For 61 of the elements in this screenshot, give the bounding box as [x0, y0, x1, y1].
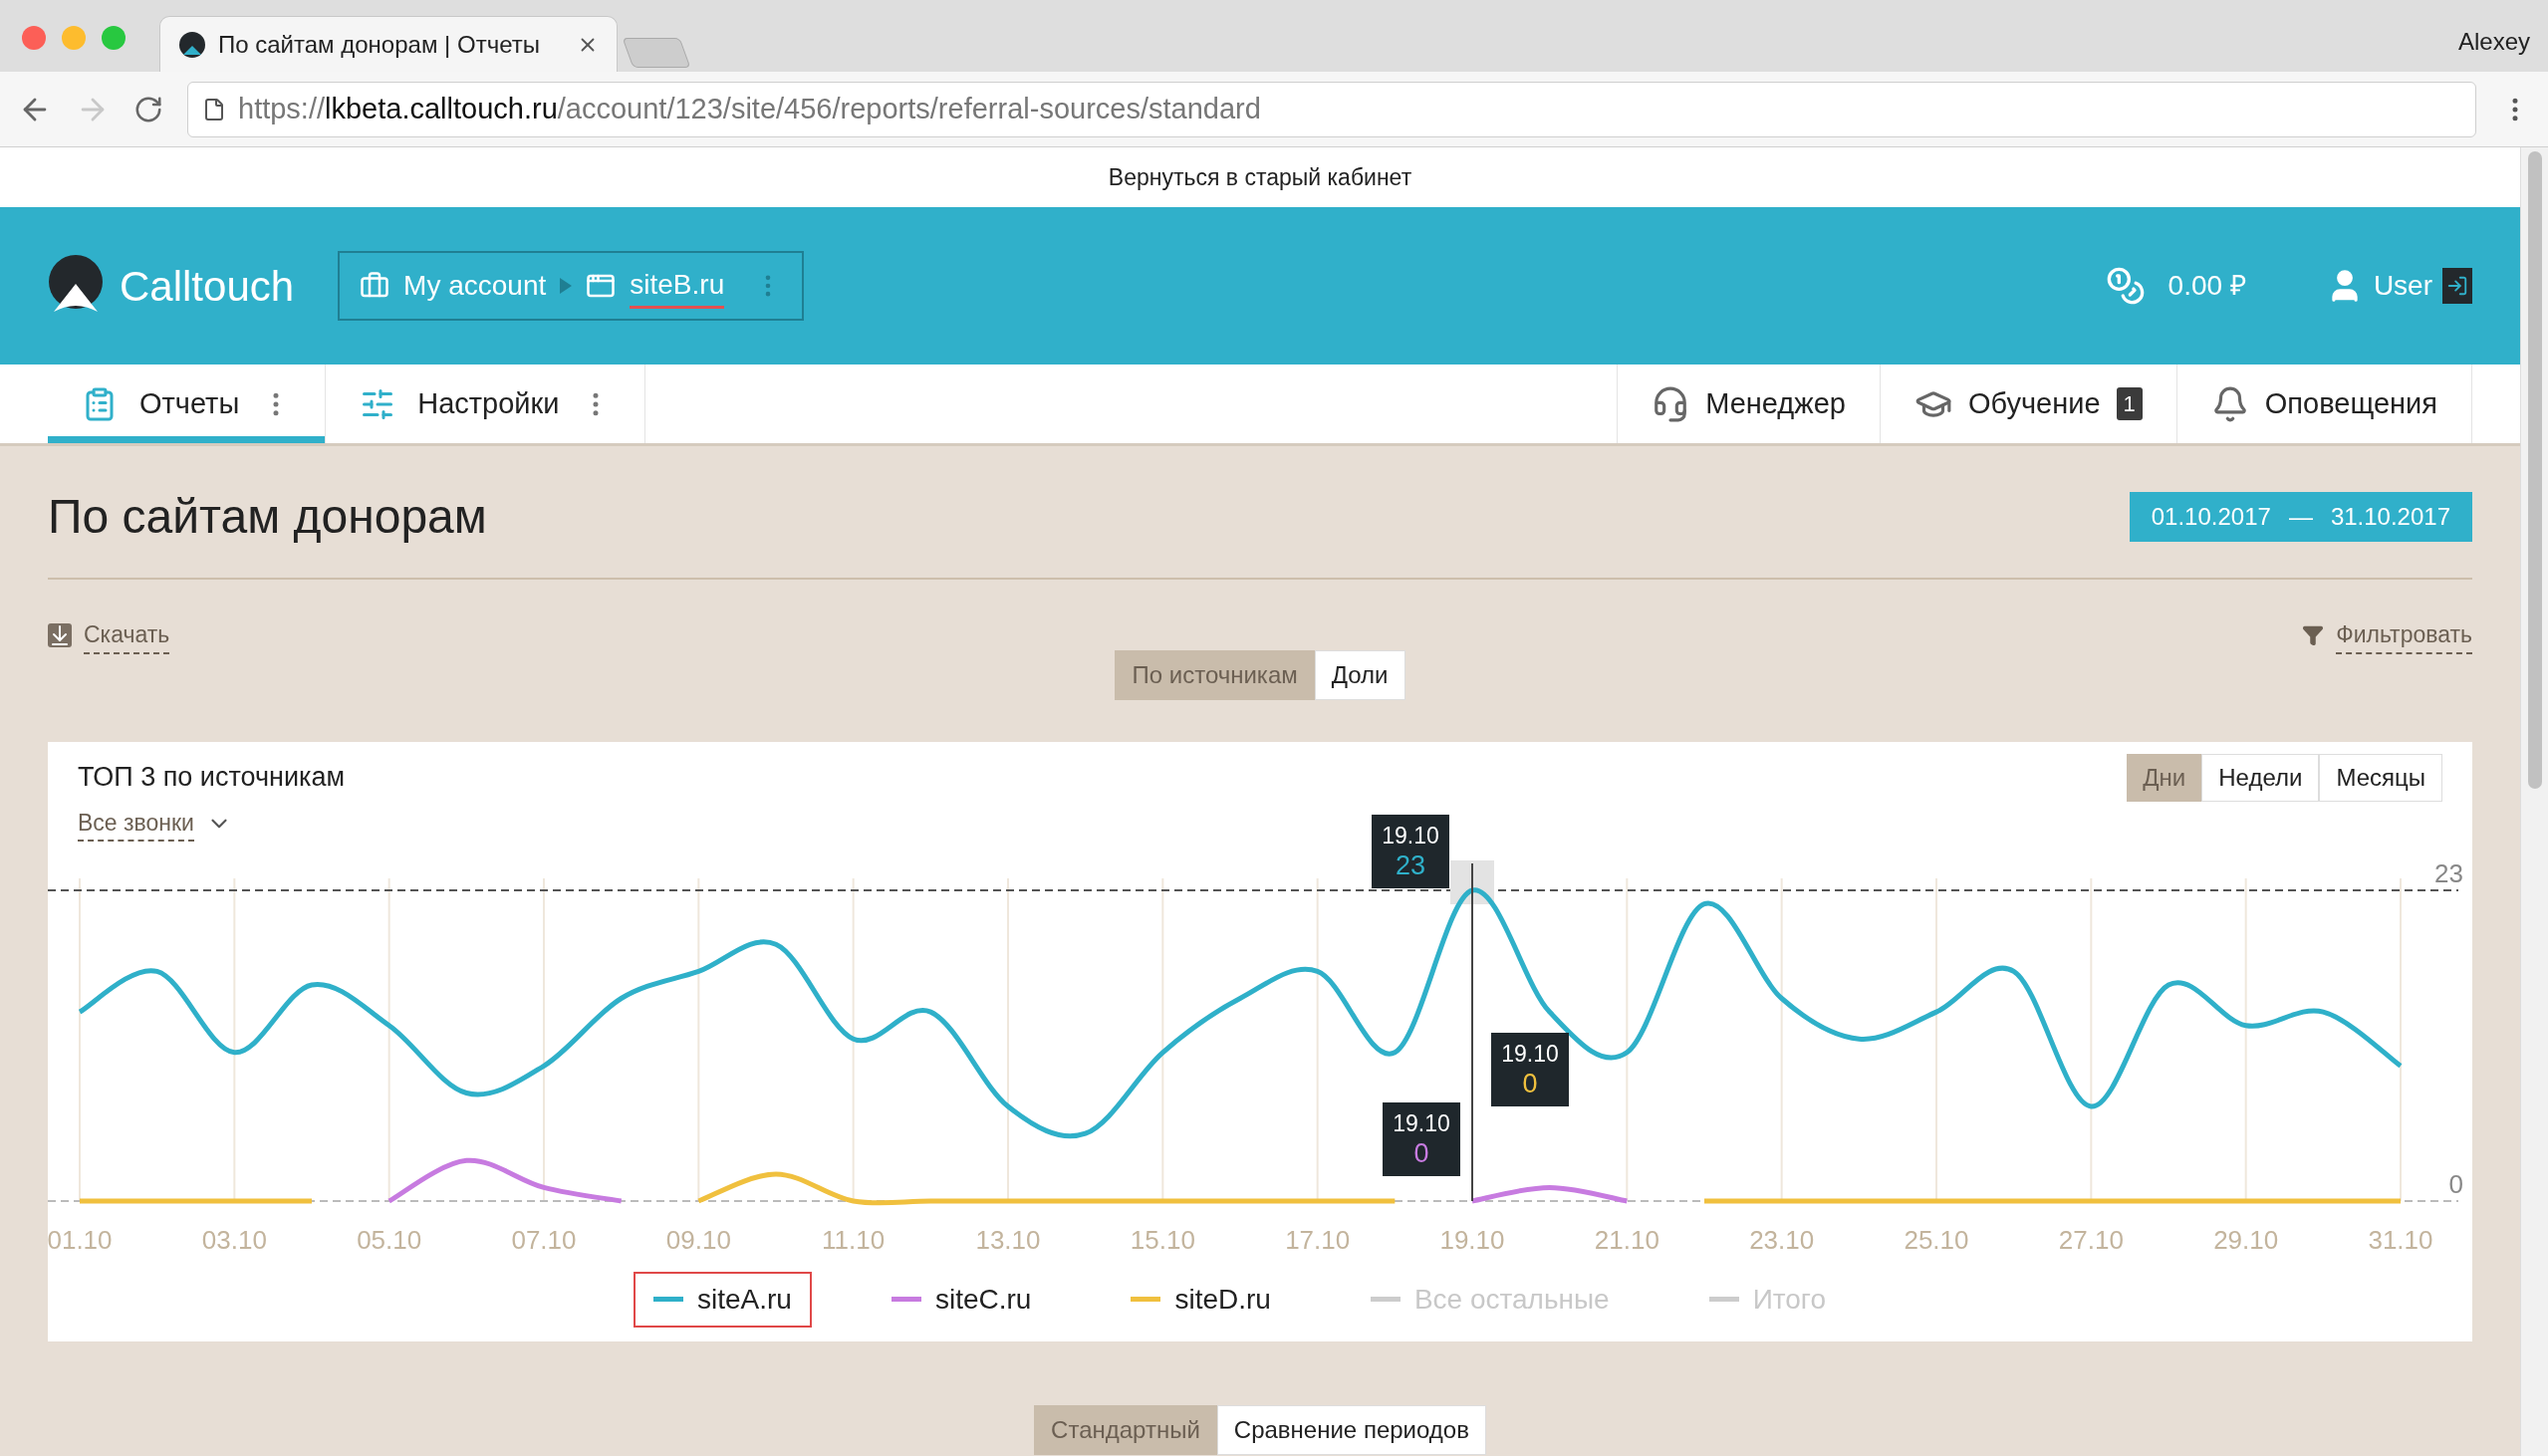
nav-tab[interactable]: Настройки — [326, 364, 646, 443]
brand-name: Calltouch — [120, 261, 295, 312]
toggle-tab[interactable]: Доли — [1314, 649, 1405, 700]
toggle-tab[interactable]: Сравнение периодов — [1216, 1404, 1486, 1455]
x-axis-label: 23.10 — [1749, 1224, 1815, 1255]
chart-title: ТОП 3 по источникам — [78, 761, 345, 795]
tab-title: По сайтам донорам | Отчеты — [218, 29, 541, 60]
x-axis-label: 13.10 — [975, 1224, 1041, 1255]
count-badge: 1 — [2116, 387, 2143, 420]
download-icon — [48, 623, 72, 648]
legend-item[interactable]: siteD.ru — [1111, 1271, 1291, 1328]
close-window-button[interactable] — [22, 26, 46, 50]
nav-tab[interactable]: Оповещения — [2175, 364, 2472, 443]
legend-item[interactable]: siteA.ru — [634, 1271, 812, 1328]
legend-swatch — [891, 1297, 921, 1302]
legend-swatch — [1370, 1297, 1401, 1302]
x-axis-label: 05.10 — [357, 1224, 422, 1255]
old-cabinet-link[interactable]: Вернуться в старый кабинет — [1108, 159, 1412, 195]
x-axis-label: 29.10 — [2213, 1224, 2279, 1255]
x-axis-label: 07.10 — [511, 1224, 577, 1255]
balance-amount: 0.00 ₽ — [2167, 269, 2246, 303]
x-axis-label: 31.10 — [2368, 1224, 2433, 1255]
period-tab[interactable]: Недели — [2201, 753, 2320, 802]
address-field[interactable]: https://lkbeta.calltouch.ru/account/123/site/456/reports/referral-sources/standard — [187, 81, 2476, 137]
logout-icon — [2446, 275, 2468, 297]
x-axis-label: 19.10 — [1439, 1224, 1505, 1255]
filter-icon — [2302, 624, 2325, 647]
period-tab[interactable]: Месяцы — [2319, 753, 2442, 802]
chart-tooltip: 19.10 23 — [1372, 814, 1449, 888]
nav-tab[interactable]: Менеджер — [1617, 364, 1880, 443]
logo-icon — [178, 30, 206, 59]
legend-swatch — [1708, 1297, 1739, 1302]
x-axis-label: 21.10 — [1594, 1224, 1659, 1255]
x-axis-label: 01.10 — [48, 1224, 113, 1255]
x-axis-label: 27.10 — [2058, 1224, 2124, 1255]
chart-tooltip: 19.10 0 — [1383, 1101, 1460, 1176]
browser-tab[interactable]: По сайтам донорам | Отчеты — [159, 16, 618, 72]
nav-tab[interactable]: Отчеты — [48, 364, 327, 443]
x-axis-label: 03.10 — [201, 1224, 267, 1255]
scrollbar-thumb[interactable] — [2527, 151, 2542, 789]
url-text: https://lkbeta.calltouch.ru/account/123/site/456/reports/referral-sources/standard — [238, 91, 1261, 126]
x-axis-label: 25.10 — [1904, 1224, 1969, 1255]
download-link[interactable]: Скачать — [84, 617, 170, 654]
page-icon — [202, 97, 226, 121]
y-axis-label: 23 — [2434, 857, 2463, 888]
y-axis-label: 0 — [2448, 1168, 2463, 1199]
nav-tab[interactable]: Обучение 1 — [1879, 364, 2176, 443]
legend-swatch — [1131, 1297, 1161, 1302]
chart-tooltip: 19.10 0 — [1491, 1032, 1569, 1106]
legend-swatch — [653, 1297, 683, 1302]
x-axis-label: 17.10 — [1285, 1224, 1351, 1255]
x-axis-label: 11.10 — [822, 1224, 886, 1255]
x-axis-label: 15.10 — [1130, 1224, 1195, 1255]
x-axis-label: 09.10 — [665, 1224, 731, 1255]
profile-name[interactable]: Alexey — [2457, 24, 2530, 60]
filter-link[interactable]: Фильтровать — [2336, 617, 2472, 654]
page-title: По сайтам донорам — [48, 489, 487, 545]
calls-dropdown[interactable]: Все звонки — [78, 805, 232, 842]
caret-icon — [560, 278, 573, 294]
logout-button[interactable] — [2442, 268, 2472, 304]
legend-item[interactable]: siteC.ru — [871, 1271, 1052, 1328]
